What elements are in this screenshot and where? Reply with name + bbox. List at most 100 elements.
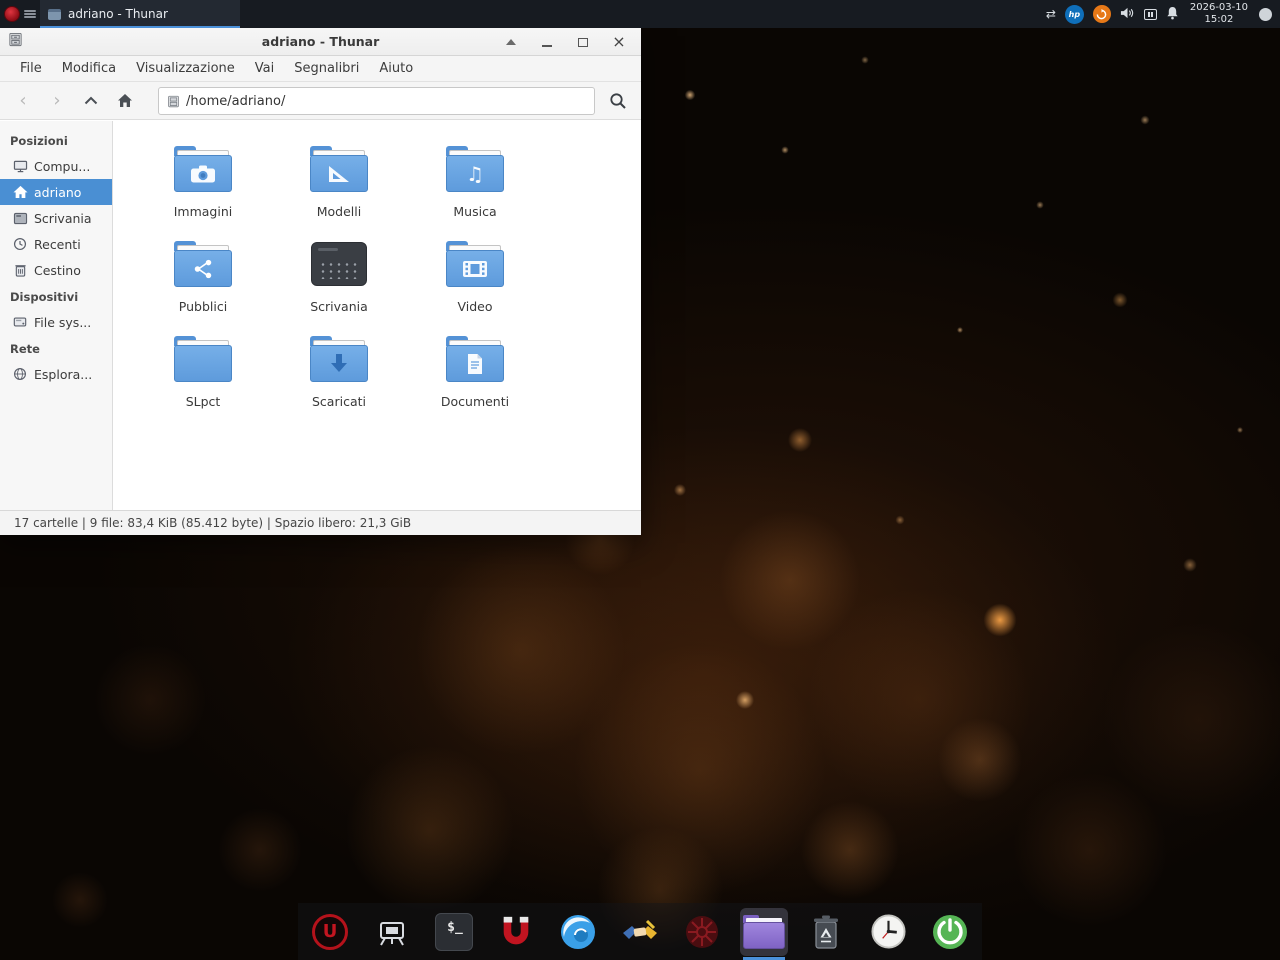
keyboard-battery-icon[interactable] bbox=[1144, 9, 1157, 20]
menu-modifica[interactable]: Modifica bbox=[52, 56, 126, 82]
sidebar-item-label: Scrivania bbox=[34, 211, 92, 226]
computer-icon bbox=[12, 158, 28, 174]
home-icon bbox=[12, 184, 28, 200]
sidebar-item-esplora[interactable]: Esplora... bbox=[0, 361, 112, 387]
back-button[interactable]: ‹ bbox=[8, 87, 38, 115]
dock-collaboration-app[interactable] bbox=[616, 908, 664, 956]
trash-icon bbox=[12, 262, 28, 278]
folder-slpct[interactable]: SLpct bbox=[135, 325, 271, 420]
folder-scaricati[interactable]: Scaricati bbox=[271, 325, 407, 420]
template-icon bbox=[327, 164, 351, 184]
folder-icon bbox=[174, 146, 232, 192]
terminal-icon: $_ bbox=[435, 913, 473, 951]
updates-tray-icon[interactable] bbox=[1093, 5, 1111, 23]
folder-video[interactable]: Video bbox=[407, 230, 543, 325]
handshake-icon bbox=[621, 913, 659, 951]
file-label: Documenti bbox=[441, 394, 509, 409]
home-button[interactable] bbox=[110, 87, 140, 115]
window-menu-icon[interactable] bbox=[24, 8, 36, 20]
folder-immagini[interactable]: Immagini bbox=[135, 135, 271, 230]
up-button[interactable] bbox=[76, 87, 106, 115]
dock-trash[interactable] bbox=[802, 908, 850, 956]
top-panel: adriano - Thunar ⇄ hp 2026-03-10 15:02 bbox=[0, 0, 1280, 28]
sidebar-section-rete: Rete bbox=[0, 335, 112, 361]
app-menu-button[interactable] bbox=[0, 0, 24, 28]
taskbar-item-thunar[interactable]: adriano - Thunar bbox=[40, 0, 240, 28]
tray-clock[interactable]: 2026-03-10 15:02 bbox=[1188, 2, 1250, 27]
folder-documenti[interactable]: Documenti bbox=[407, 325, 543, 420]
dock: U $_ bbox=[298, 903, 982, 960]
dock-capture-app[interactable] bbox=[368, 908, 416, 956]
sidebar-item-cestino[interactable]: Cestino bbox=[0, 257, 112, 283]
document-icon bbox=[466, 353, 484, 375]
tray-time: 15:02 bbox=[1190, 14, 1248, 27]
menu-file[interactable]: File bbox=[10, 56, 52, 82]
window-body: Posizioni Compu... adriano bbox=[0, 121, 641, 510]
back-icon: ‹ bbox=[19, 92, 26, 110]
home-icon bbox=[117, 93, 133, 108]
share-icon bbox=[192, 258, 214, 280]
shade-button[interactable] bbox=[493, 28, 529, 56]
path-folder-icon bbox=[167, 95, 180, 108]
clock-icon bbox=[870, 913, 907, 950]
purple-folder-icon bbox=[743, 915, 785, 949]
folder-musica[interactable]: ♫ Musica bbox=[407, 135, 543, 230]
system-tray: ⇄ hp 2026-03-10 15:02 bbox=[1046, 0, 1276, 28]
video-icon bbox=[462, 260, 488, 278]
menu-aiuto[interactable]: Aiuto bbox=[369, 56, 423, 82]
folder-pubblici[interactable]: Pubblici bbox=[135, 230, 271, 325]
window-titlebar[interactable]: adriano - Thunar × bbox=[0, 28, 641, 56]
sidebar-item-label: Compu... bbox=[34, 159, 90, 174]
drive-icon bbox=[12, 314, 28, 330]
folder-icon bbox=[174, 241, 232, 287]
path-bar[interactable] bbox=[158, 87, 595, 115]
thunar-window: adriano - Thunar × File Modifica Visuali… bbox=[0, 28, 641, 535]
dock-clock[interactable] bbox=[864, 908, 912, 956]
distro-logo-icon bbox=[4, 6, 20, 22]
menu-visualizzazione[interactable]: Visualizzazione bbox=[126, 56, 245, 82]
sidebar-item-scrivania[interactable]: Scrivania bbox=[0, 205, 112, 231]
dock-red-ring-launcher[interactable]: U bbox=[306, 908, 354, 956]
sidebar-item-label: Cestino bbox=[34, 263, 81, 278]
statusbar: 17 cartelle | 9 file: 83,4 KiB (85.412 b… bbox=[0, 510, 641, 535]
menu-segnalibri[interactable]: Segnalibri bbox=[284, 56, 369, 82]
sidebar-item-adriano[interactable]: adriano bbox=[0, 179, 112, 205]
sidebar-item-computer[interactable]: Compu... bbox=[0, 153, 112, 179]
network-icon bbox=[12, 366, 28, 382]
folder-modelli[interactable]: Modelli bbox=[271, 135, 407, 230]
file-label: SLpct bbox=[186, 394, 221, 409]
network-arrows-icon[interactable]: ⇄ bbox=[1046, 7, 1056, 21]
sidebar: Posizioni Compu... adriano bbox=[0, 121, 113, 510]
magnet-icon bbox=[498, 914, 534, 950]
path-input[interactable] bbox=[186, 94, 586, 109]
dock-terminal[interactable]: $_ bbox=[430, 908, 478, 956]
sidebar-item-recenti[interactable]: Recenti bbox=[0, 231, 112, 257]
logout-icon bbox=[931, 913, 969, 951]
file-label: Pubblici bbox=[179, 299, 227, 314]
red-u-logo-icon: U bbox=[312, 914, 348, 950]
volume-icon[interactable] bbox=[1120, 5, 1135, 24]
menu-vai[interactable]: Vai bbox=[245, 56, 284, 82]
user-indicator-icon[interactable] bbox=[1259, 8, 1272, 21]
file-label: Musica bbox=[453, 204, 496, 219]
folder-scrivania[interactable]: Scrivania bbox=[271, 230, 407, 325]
sidebar-item-filesystem[interactable]: File sys... bbox=[0, 309, 112, 335]
file-label: Immagini bbox=[174, 204, 233, 219]
forward-button[interactable]: › bbox=[42, 87, 72, 115]
maximize-button[interactable] bbox=[565, 28, 601, 56]
dock-logout[interactable] bbox=[926, 908, 974, 956]
dock-browser[interactable] bbox=[554, 908, 602, 956]
search-button[interactable] bbox=[602, 87, 634, 115]
browser-icon bbox=[559, 913, 597, 951]
desktop-icon bbox=[12, 210, 28, 226]
dock-magnet-app[interactable] bbox=[492, 908, 540, 956]
taskbar-item-label: adriano - Thunar bbox=[68, 7, 168, 21]
hp-tray-icon[interactable]: hp bbox=[1065, 5, 1084, 24]
notification-bell-icon[interactable] bbox=[1166, 5, 1179, 24]
camera-icon bbox=[190, 164, 216, 184]
minimize-button[interactable] bbox=[529, 28, 565, 56]
menubar: File Modifica Visualizzazione Vai Segnal… bbox=[0, 56, 641, 82]
dock-dark-red-emblem-app[interactable] bbox=[678, 908, 726, 956]
close-button[interactable]: × bbox=[601, 28, 637, 56]
dock-file-manager[interactable] bbox=[740, 908, 788, 956]
